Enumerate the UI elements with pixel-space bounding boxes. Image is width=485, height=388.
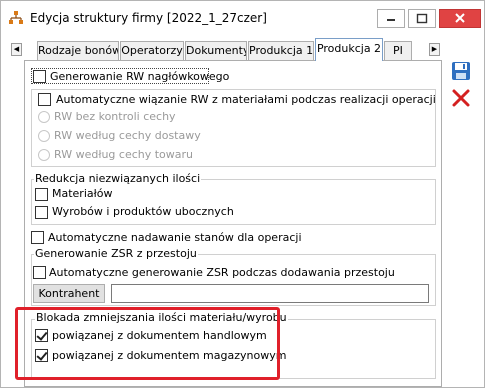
zsr-auto-checkbox[interactable] [33,266,46,279]
rw-auto-binding-checkbox[interactable] [38,93,51,106]
rw-product-feature-label: RW według cechy towaru [54,148,194,161]
reduction-group-title: Redukcja niezwiązanych ilości [34,172,202,185]
maximize-button[interactable] [408,9,436,28]
tab-scroll-right-button[interactable]: ▶ [429,43,440,56]
tab-scroll-left-button[interactable]: ◀ [11,43,22,56]
tab-dokumenty[interactable]: Dokumenty [185,41,247,60]
rw-product-feature-radio[interactable] [38,149,50,161]
close-button[interactable] [439,9,481,28]
rw-auto-binding-label: Automatyczne wiązanie RW z materiałami p… [56,93,436,106]
tab-strip: ◀ Rodzaje bonów Operatorzy Dokumenty Pro… [1,37,484,61]
tab-operatorzy[interactable]: Operatorzy [120,41,184,60]
zsr-group-title: Generowanie ZSR z przestoju [34,247,198,260]
zsr-auto-label: Automatyczne generowanie ZSR podczas dod… [49,266,395,279]
chevron-right-icon: ▶ [431,45,438,53]
auto-states-label: Automatyczne nadawanie stanów dla operac… [48,231,302,244]
tab-produkcja-1[interactable]: Produkcja 1 [248,41,314,60]
rw-delivery-feature-radio[interactable] [38,130,50,142]
close-icon [455,13,465,23]
delete-icon[interactable] [451,88,471,108]
reduce-products-label: Wyrobów i produktów ubocznych [52,205,234,218]
dialog-window: Edycja struktury firmy [2022_1_27czer] ◀… [0,0,485,388]
rw-delivery-feature-label: RW według cechy dostawy [54,129,201,142]
structure-tree-icon [9,11,23,24]
maximize-icon [416,13,428,24]
reduce-materials-label: Materiałów [52,187,113,200]
chevron-left-icon: ◀ [13,45,20,53]
kontrahent-button[interactable]: Kontrahent [33,284,105,303]
rw-no-feature-radio[interactable] [38,111,50,123]
tab-produkcja-2[interactable]: Produkcja 2 [315,38,383,61]
minimize-button[interactable] [377,9,405,28]
rw-header-checkbox[interactable] [33,70,46,83]
window-title: Edycja struktury firmy [2022_1_27czer] [30,11,267,25]
save-icon[interactable] [451,61,471,81]
minimize-icon [387,19,395,21]
highlight-annotation [15,307,280,380]
tab-rodzaje-bonow[interactable]: Rodzaje bonów [37,41,119,60]
reduce-materials-checkbox[interactable] [35,188,48,201]
kontrahent-input[interactable] [111,284,429,303]
title-bar: Edycja struktury firmy [2022_1_27czer] [1,1,484,35]
reduce-products-checkbox[interactable] [35,206,48,219]
rw-header-label: Generowanie RW nagłówkowego [50,70,230,83]
auto-states-checkbox[interactable] [31,231,44,244]
rw-no-feature-label: RW bez kontroli cechy [54,110,176,123]
tab-pi[interactable]: PI [384,41,412,60]
reduction-group [31,179,436,225]
